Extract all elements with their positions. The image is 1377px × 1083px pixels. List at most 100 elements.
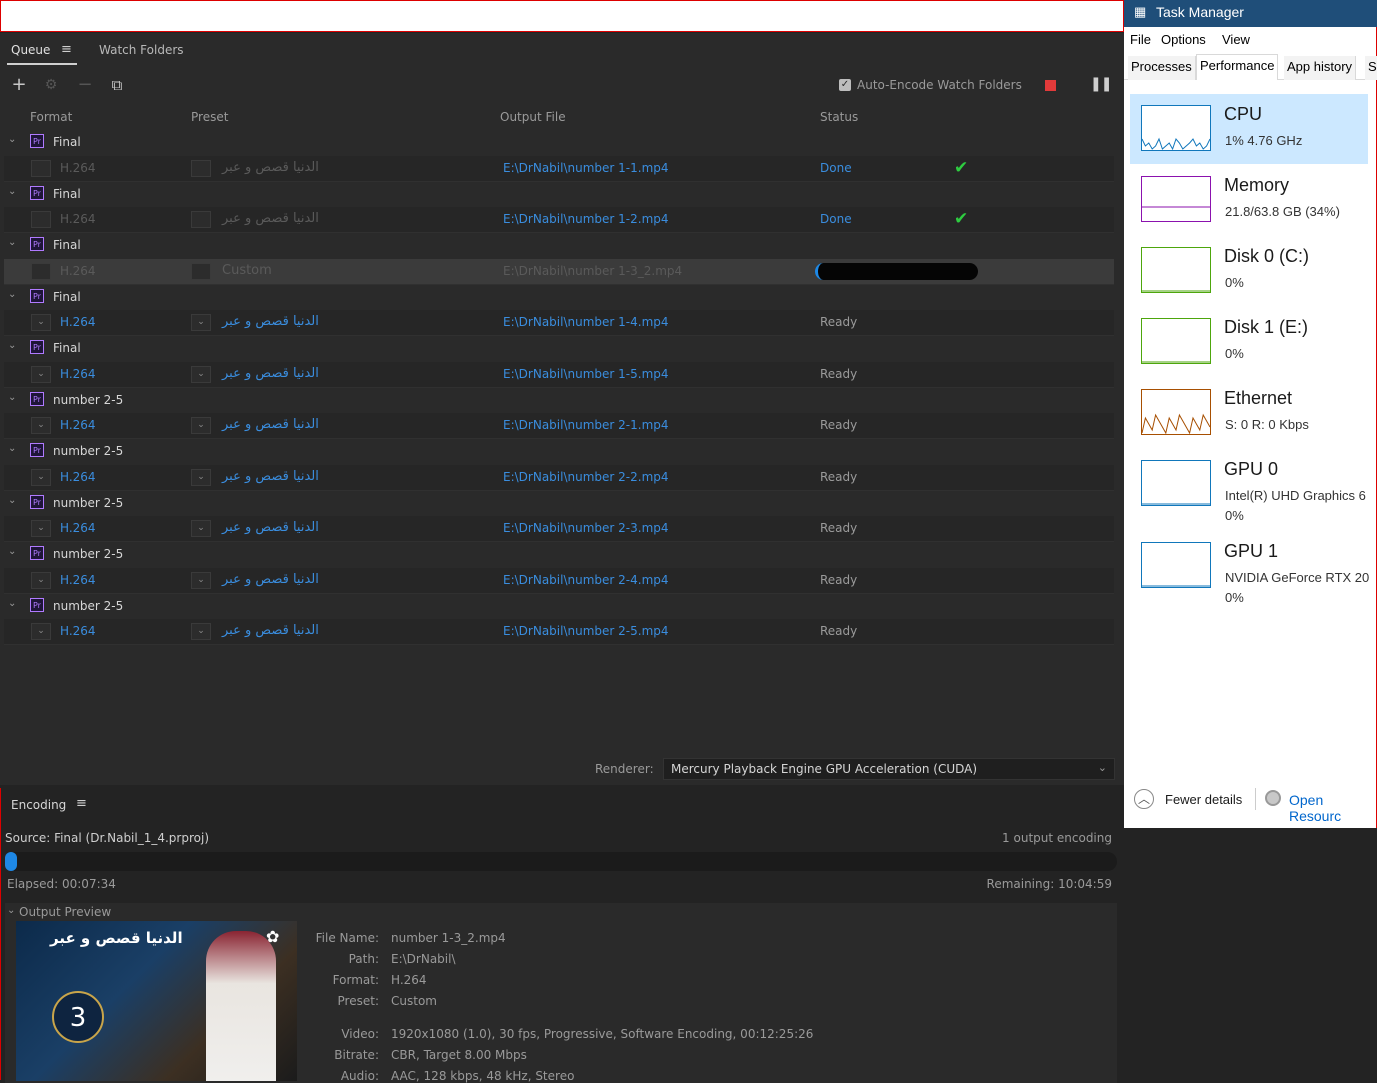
format-dropdown[interactable] — [31, 211, 51, 229]
chevron-down-icon[interactable]: ⌄ — [8, 340, 16, 351]
queue-item-row[interactable]: ⌄ H.264 ⌄ الدنيا قصص و عبر E:\DrNabil\number… — [4, 361, 1114, 388]
menu-options[interactable]: Options — [1161, 32, 1206, 47]
preset-value[interactable]: الدنيا قصص و عبر — [222, 160, 319, 175]
tab-watch-folders[interactable]: Watch Folders — [99, 43, 184, 57]
format-dropdown[interactable]: ⌄ — [31, 417, 51, 435]
format-value[interactable]: H.264 — [60, 624, 96, 638]
queue-item-row[interactable]: ⌄ H.264 ⌄ الدنيا قصص و عبر E:\DrNabil\number… — [4, 619, 1114, 645]
preset-value[interactable]: Custom — [222, 263, 272, 278]
tab-processes[interactable]: Processes — [1128, 56, 1196, 80]
chevron-up-icon[interactable]: ︿ — [1134, 789, 1154, 809]
open-resource-monitor-link[interactable]: Open Resourc — [1289, 792, 1376, 824]
preset-dropdown[interactable] — [191, 211, 211, 229]
preset-value[interactable]: الدنيا قصص و عبر — [222, 623, 319, 638]
preset-dropdown[interactable]: ⌄ — [191, 468, 211, 486]
output-file-link[interactable]: E:\DrNabil\number 1-1.mp4 — [503, 161, 669, 175]
queue-item-row[interactable]: ⌄ H.264 ⌄ الدنيا قصص و عبر E:\DrNabil\number… — [4, 567, 1114, 594]
chevron-down-icon[interactable]: ⌄ — [7, 905, 15, 916]
format-dropdown[interactable]: ⌄ — [31, 623, 51, 641]
col-status[interactable]: Status — [820, 110, 858, 124]
col-preset[interactable]: Preset — [191, 110, 228, 124]
queue-group-row[interactable]: ⌄ Pr Final — [4, 233, 1114, 259]
output-file-link[interactable]: E:\DrNabil\number 1-2.mp4 — [503, 212, 669, 226]
format-dropdown[interactable]: ⌄ — [31, 520, 51, 538]
preset-value[interactable]: الدنيا قصص و عبر — [222, 211, 319, 226]
queue-menu-icon[interactable]: ≡ — [61, 42, 72, 57]
output-file-link[interactable]: E:\DrNabil\number 2-2.mp4 — [503, 470, 669, 484]
queue-group-row[interactable]: ⌄ Pr number 2-5 — [4, 542, 1114, 568]
add-source-icon[interactable]: + — [9, 75, 29, 95]
output-file-link[interactable]: E:\DrNabil\number 2-3.mp4 — [503, 521, 669, 535]
queue-item-row[interactable]: ⌄ H.264 ⌄ الدنيا قصص و عبر E:\DrNabil\number… — [4, 413, 1114, 439]
preset-value[interactable]: الدنيا قصص و عبر — [222, 366, 319, 381]
format-value[interactable]: H.264 — [60, 521, 96, 535]
perf-item-gpu-1[interactable]: GPU 1 NVIDIA GeForce RTX 20 0% — [1130, 531, 1369, 609]
chevron-down-icon[interactable]: ⌄ — [8, 186, 16, 197]
col-format[interactable]: Format — [30, 110, 72, 124]
queue-item-row[interactable]: H.264 الدنيا قصص و عبر E:\DrNabil\number 1… — [4, 207, 1114, 233]
chevron-down-icon[interactable]: ⌄ — [8, 392, 16, 403]
output-file-link[interactable]: E:\DrNabil\number 2-5.mp4 — [503, 624, 669, 638]
preset-dropdown[interactable] — [191, 159, 211, 177]
queue-group-row[interactable]: ⌄ Pr Final — [4, 285, 1114, 311]
stop-button[interactable] — [1045, 80, 1056, 91]
preset-dropdown[interactable]: ⌄ — [191, 571, 211, 589]
output-file-link[interactable]: E:\DrNabil\number 2-4.mp4 — [503, 573, 669, 587]
format-value[interactable]: H.264 — [60, 418, 96, 432]
chevron-down-icon[interactable]: ⌄ — [8, 134, 16, 145]
queue-group-row[interactable]: ⌄ Pr number 2-5 — [4, 439, 1114, 465]
queue-group-row[interactable]: ⌄ Pr Final — [4, 182, 1114, 208]
queue-item-row[interactable]: ⌄ H.264 ⌄ الدنيا قصص و عبر E:\DrNabil\number… — [4, 516, 1114, 542]
preset-dropdown[interactable] — [191, 262, 211, 280]
queue-item-row[interactable]: H.264 Custom E:\DrNabil\number 1-3_2.mp4 — [4, 258, 1114, 285]
chevron-down-icon[interactable]: ⌄ — [8, 289, 16, 300]
queue-item-row[interactable]: H.264 الدنيا قصص و عبر E:\DrNabil\number 1… — [4, 155, 1114, 182]
queue-item-row[interactable]: ⌄ H.264 ⌄ الدنيا قصص و عبر E:\DrNabil\number… — [4, 464, 1114, 491]
tab-app-history[interactable]: App history — [1284, 56, 1357, 80]
chevron-down-icon[interactable]: ⌄ — [8, 495, 16, 506]
format-value[interactable]: H.264 — [60, 212, 96, 226]
preset-dropdown[interactable]: ⌄ — [191, 520, 211, 538]
preset-dropdown[interactable]: ⌄ — [191, 365, 211, 383]
chevron-down-icon[interactable]: ⌄ — [8, 598, 16, 609]
queue-item-row[interactable]: ⌄ H.264 ⌄ الدنيا قصص و عبر E:\DrNabil\number… — [4, 310, 1114, 336]
perf-item-disk-0-c[interactable]: Disk 0 (C:) 0% — [1130, 236, 1368, 306]
col-output-file[interactable]: Output File — [500, 110, 566, 124]
format-dropdown[interactable]: ⌄ — [31, 468, 51, 486]
format-value[interactable]: H.264 — [60, 161, 96, 175]
output-file-link[interactable]: E:\DrNabil\number 1-3_2.mp4 — [503, 264, 682, 278]
chevron-down-icon[interactable]: ⌄ — [8, 546, 16, 557]
preset-value[interactable]: الدنيا قصص و عبر — [222, 469, 319, 484]
preset-dropdown[interactable]: ⌄ — [191, 314, 211, 332]
pause-button[interactable]: ❚❚ — [1090, 76, 1112, 92]
fewer-details-link[interactable]: Fewer details — [1165, 792, 1242, 807]
tab-startup[interactable]: S — [1365, 56, 1377, 80]
output-file-link[interactable]: E:\DrNabil\number 2-1.mp4 — [503, 418, 669, 432]
tab-performance[interactable]: Performance — [1196, 54, 1279, 80]
queue-group-row[interactable]: ⌄ Pr number 2-5 — [4, 388, 1114, 414]
queue-group-row[interactable]: ⌄ Pr Final — [4, 336, 1114, 362]
export-settings-icon[interactable]: ⚙ — [41, 75, 61, 95]
perf-item-cpu[interactable]: CPU 1% 4.76 GHz — [1130, 94, 1368, 164]
format-dropdown[interactable]: ⌄ — [31, 571, 51, 589]
preset-value[interactable]: الدنيا قصص و عبر — [222, 572, 319, 587]
menu-file[interactable]: File — [1130, 32, 1151, 47]
perf-item-ethernet[interactable]: Ethernet S: 0 R: 0 Kbps — [1130, 378, 1368, 448]
format-dropdown[interactable]: ⌄ — [31, 314, 51, 332]
preset-value[interactable]: الدنيا قصص و عبر — [222, 520, 319, 535]
duplicate-icon[interactable]: ⧉ — [107, 75, 127, 95]
preset-dropdown[interactable]: ⌄ — [191, 417, 211, 435]
output-file-link[interactable]: E:\DrNabil\number 1-4.mp4 — [503, 315, 669, 329]
format-dropdown[interactable] — [31, 262, 51, 280]
format-value[interactable]: H.264 — [60, 470, 96, 484]
format-dropdown[interactable] — [31, 159, 51, 177]
preset-dropdown[interactable]: ⌄ — [191, 623, 211, 641]
chevron-down-icon[interactable]: ⌄ — [8, 237, 16, 248]
remove-icon[interactable]: − — [75, 75, 95, 95]
output-file-link[interactable]: E:\DrNabil\number 1-5.mp4 — [503, 367, 669, 381]
perf-item-disk-1-e[interactable]: Disk 1 (E:) 0% — [1130, 307, 1368, 377]
format-dropdown[interactable]: ⌄ — [31, 365, 51, 383]
queue-group-row[interactable]: ⌄ Pr Final — [4, 130, 1114, 156]
format-value[interactable]: H.264 — [60, 573, 96, 587]
encoding-menu-icon[interactable]: ≡ — [76, 796, 87, 811]
